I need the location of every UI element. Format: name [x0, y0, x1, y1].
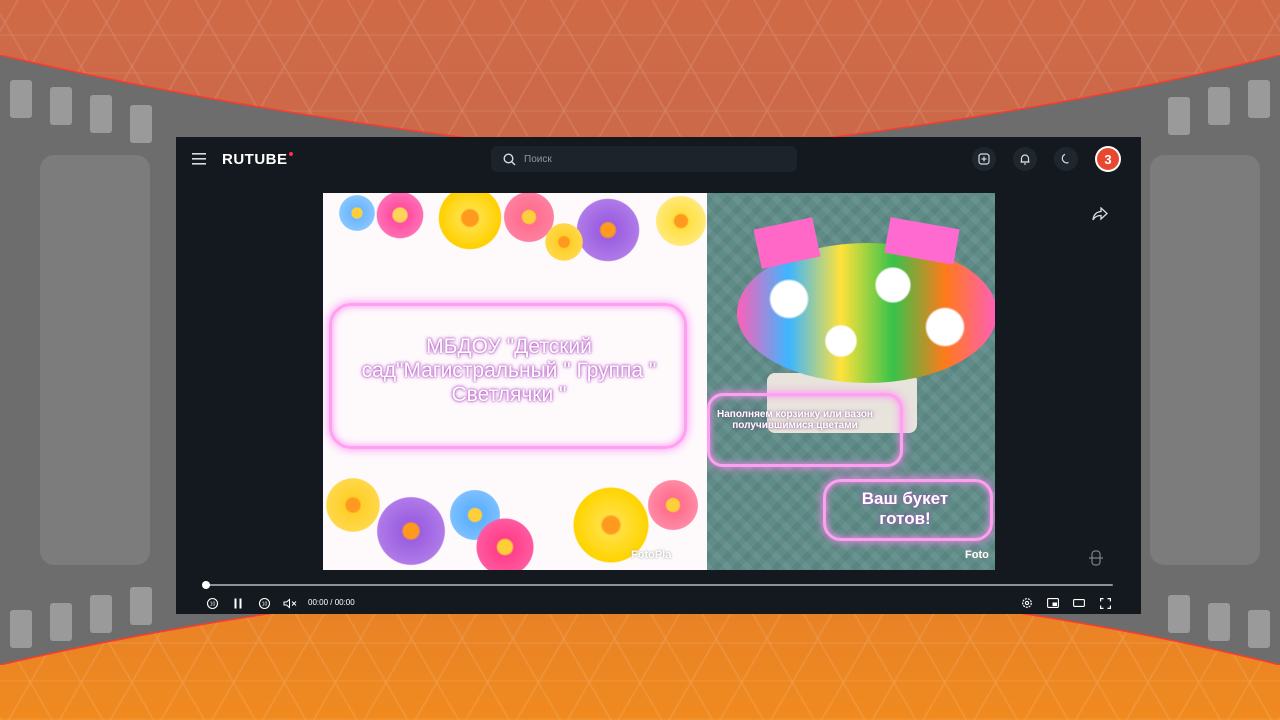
pause-icon [234, 598, 242, 608]
flower-decoration [373, 193, 427, 242]
user-avatar[interactable]: 3 [1095, 146, 1121, 172]
menu-button[interactable] [190, 150, 208, 168]
notifications-button[interactable] [1013, 147, 1037, 171]
flower-decoration [645, 477, 701, 533]
logo-dot [288, 152, 293, 156]
search-icon [503, 152, 516, 166]
drag-handle[interactable] [1086, 547, 1106, 569]
bell-icon [1020, 154, 1030, 165]
flower-decoration [337, 193, 377, 233]
video-title-overlay: МБДОУ "Детский сад"Магистральный " Групп… [361, 335, 657, 406]
theater-mode-button[interactable] [1071, 595, 1087, 611]
search-input[interactable] [524, 153, 774, 165]
fullscreen-icon [1099, 597, 1111, 609]
moon-icon [1061, 153, 1069, 164]
fullscreen-button[interactable] [1097, 595, 1113, 611]
search-bar[interactable] [491, 146, 797, 172]
rutube-logo[interactable]: RUTUBE [222, 149, 293, 169]
share-icon [1092, 207, 1108, 221]
theme-toggle-button[interactable] [1054, 147, 1078, 171]
mute-button[interactable] [282, 595, 298, 611]
caption-text-2: Ваш букет готов! [861, 489, 949, 528]
svg-text:10: 10 [209, 601, 215, 607]
miniplayer-button[interactable] [1045, 595, 1061, 611]
flower-decoration [373, 493, 449, 569]
watermark: FotoPla [631, 549, 672, 561]
logo-text: RUTUBE [222, 150, 288, 168]
pause-button[interactable] [230, 595, 246, 611]
progress-knob[interactable] [202, 581, 210, 589]
avatar-icon: 3 [1097, 148, 1119, 170]
forward-10-button[interactable]: 10 [256, 595, 272, 611]
drag-handle-icon [1089, 550, 1103, 566]
top-header: RUTUBE 3 [176, 137, 1141, 181]
flower-decoration [473, 515, 537, 570]
video-left-panel: МБДОУ "Детский сад"Магистральный " Групп… [323, 193, 707, 570]
flower-decoration [573, 195, 643, 265]
rewind-10-icon: 10 [206, 597, 218, 609]
upload-button[interactable] [972, 147, 996, 171]
player-controls: 10 10 00:00 / 00:00 [176, 577, 1141, 614]
watermark: Foto [965, 549, 989, 561]
svg-text:10: 10 [261, 601, 267, 607]
settings-button[interactable] [1019, 595, 1035, 611]
video-right-panel: Наполняем корзинку или вазон получившими… [707, 193, 995, 570]
forward-10-icon: 10 [258, 597, 270, 609]
progress-bar[interactable] [206, 584, 1113, 586]
upload-icon [978, 153, 990, 165]
flower-decoration [653, 193, 707, 249]
menu-icon [192, 153, 206, 165]
caption-text-1: Наполняем корзинку или вазон получившими… [717, 409, 873, 431]
flower-decoration [543, 221, 585, 263]
share-button[interactable] [1090, 204, 1110, 224]
flower-decoration [435, 193, 505, 253]
mute-icon [283, 597, 297, 609]
basket-bouquet-image [737, 203, 995, 433]
theater-icon [1073, 599, 1085, 607]
settings-icon [1022, 598, 1032, 608]
video-frame[interactable]: МБДОУ "Детский сад"Магистральный " Групп… [323, 193, 995, 570]
miniplayer-icon [1047, 598, 1059, 608]
time-display: 00:00 / 00:00 [308, 598, 355, 607]
video-app-window: RUTUBE 3 [176, 137, 1141, 614]
rewind-10-button[interactable]: 10 [204, 595, 220, 611]
